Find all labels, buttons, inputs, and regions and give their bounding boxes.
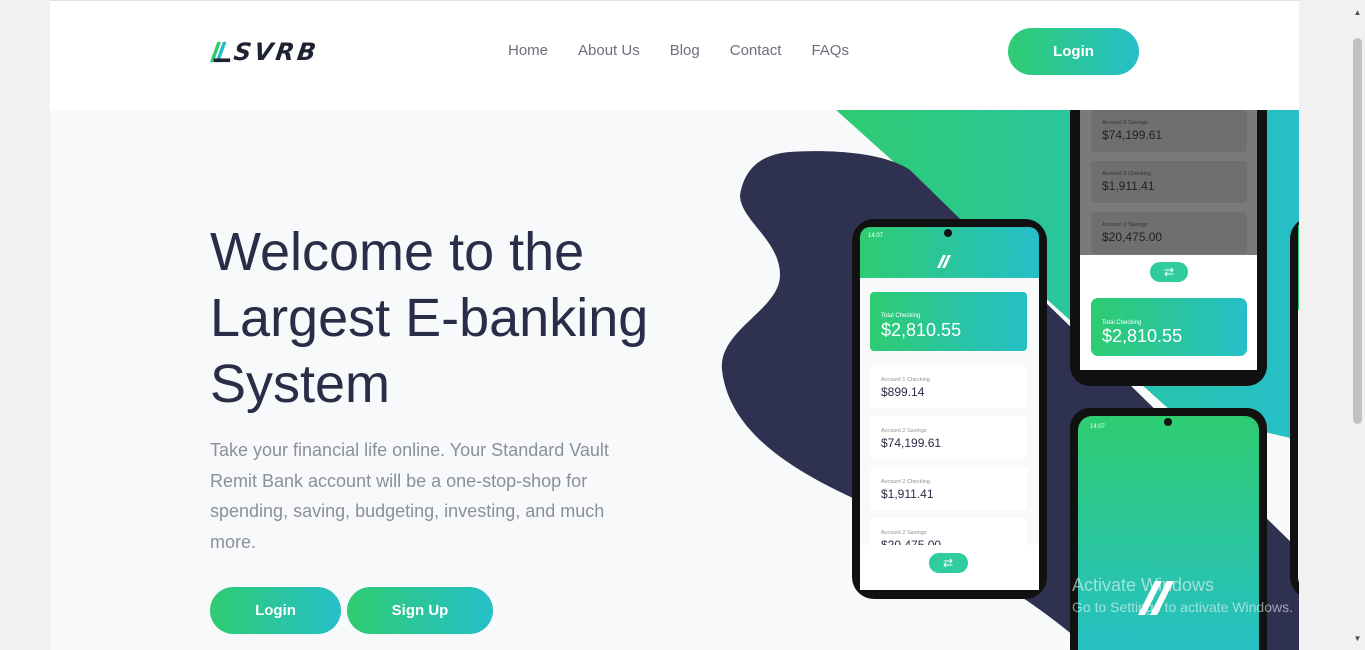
account-label: Account 2 Checking xyxy=(881,479,930,485)
watermark-title: Activate Windows xyxy=(1072,575,1215,595)
account-value: $74,199.61 xyxy=(881,436,941,450)
nav-home[interactable]: Home xyxy=(508,42,548,59)
nav-blog[interactable]: Blog xyxy=(670,42,700,59)
account-value-top: $1,911.41 xyxy=(1102,179,1155,193)
account-value-top: $20,475.00 xyxy=(1102,230,1162,244)
account-label: Account 1 Checking xyxy=(881,377,930,383)
phone-time: 14:07 xyxy=(868,233,884,239)
scroll-up-arrow-icon[interactable]: ▲ xyxy=(1353,8,1362,17)
transfer-icon-top: ⇄ xyxy=(1164,265,1174,279)
vertical-scrollbar[interactable]: ▲ ▼ xyxy=(1350,0,1365,650)
nav-faqs[interactable]: FAQs xyxy=(811,42,849,59)
hero-login-button[interactable]: Login xyxy=(210,587,341,634)
nav-about-us[interactable]: About Us xyxy=(578,42,640,59)
hero-signup-button[interactable]: Sign Up xyxy=(347,587,493,634)
phone-center: 14:07 Total Checking $2,810.55 Account 1… xyxy=(852,219,1047,599)
brand-mark-icon xyxy=(210,41,231,63)
phone-right: 14:07 Account$899Account 2$74,Account 2$… xyxy=(1290,221,1299,595)
hero-illustration: 14:07 Total Checking $2,810.55 Account 1… xyxy=(721,110,1299,650)
transfer-icon: ⇄ xyxy=(943,556,953,570)
phone-time-bottom: 14:07 xyxy=(1090,424,1106,430)
account-value: $1,911.41 xyxy=(881,487,934,501)
account-value-top: $74,199.61 xyxy=(1102,128,1162,142)
header-login-button[interactable]: Login xyxy=(1008,28,1139,75)
windows-activation-watermark: Activate Windows Go to Settings to activ… xyxy=(1072,574,1293,618)
total-checking-value: $2,810.55 xyxy=(881,320,961,340)
total-checking-label: Total Checking xyxy=(881,313,920,319)
account-label-top: Account 2 Checking xyxy=(1102,171,1151,177)
account-label: Account 2 Savings xyxy=(881,530,927,536)
scrollbar-thumb[interactable] xyxy=(1353,38,1362,424)
account-label-top: Account 2 Savings xyxy=(1102,120,1148,126)
hero-title: Welcome to the Largest E-banking System xyxy=(210,222,649,414)
account-value: $899.14 xyxy=(881,385,925,399)
site-header: SVRB Home About Us Blog Contact FAQs Log… xyxy=(50,1,1299,110)
landing-page: SVRB Home About Us Blog Contact FAQs Log… xyxy=(50,0,1299,650)
hero-description: Take your financial life online. Your St… xyxy=(210,440,609,552)
phone-top: Account 2 Savings $74,199.61 Account 2 Che… xyxy=(1070,110,1267,386)
account-list-top: Account 2 Savings $74,199.61 Account 2 Che… xyxy=(1091,110,1247,254)
scroll-down-arrow-icon[interactable]: ▼ xyxy=(1353,634,1362,643)
account-label-top: Account 2 Savings xyxy=(1102,222,1148,228)
total-checking-value-top: $2,810.55 xyxy=(1102,326,1182,346)
account-label: Account 2 Savings xyxy=(881,428,927,434)
nav-contact[interactable]: Contact xyxy=(730,42,782,59)
brand-logo[interactable]: SVRB xyxy=(210,38,321,66)
watermark-subtitle: Go to Settings to activate Windows. xyxy=(1072,599,1293,615)
main-nav: Home About Us Blog Contact FAQs xyxy=(508,42,849,59)
brand-name: SVRB xyxy=(232,38,321,66)
